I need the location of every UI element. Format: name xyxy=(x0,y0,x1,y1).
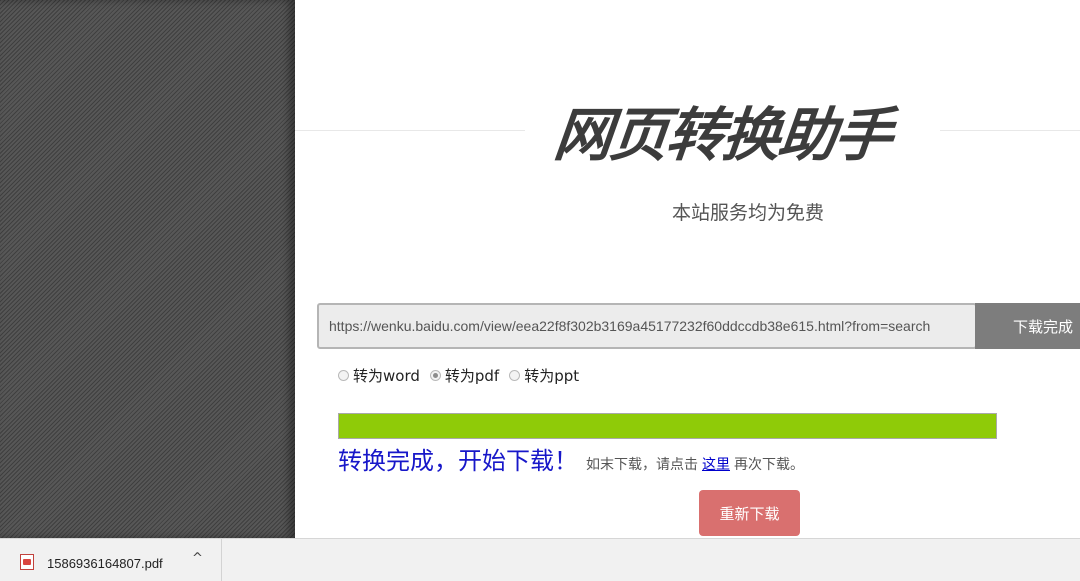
radio-word[interactable] xyxy=(338,369,349,381)
option-pdf[interactable]: 转为pdf xyxy=(429,365,500,386)
title-divider-left xyxy=(295,130,525,131)
status-message: 转换完成，开始下载！ xyxy=(338,447,578,475)
site-subtitle: 本站服务均为免费 xyxy=(671,202,824,224)
option-pdf-label: 转为pdf xyxy=(444,366,500,385)
status-hint-suffix: 再次下载。 xyxy=(734,457,804,473)
format-options: 转为word 转为pdf 转为ppt xyxy=(338,365,589,385)
redownload-link[interactable]: 这里 xyxy=(702,454,730,474)
left-background-panel xyxy=(0,0,295,538)
download-filename: 1586936164807.pdf xyxy=(47,556,163,571)
progress-fill xyxy=(339,414,996,438)
option-ppt-label: 转为ppt xyxy=(524,366,580,385)
conversion-progress-bar xyxy=(338,413,997,439)
browser-download-bar: 1586936164807.pdf ^ xyxy=(0,538,1080,581)
site-title: 网页转换助手 xyxy=(550,101,895,169)
download-complete-button[interactable]: 下载完成 xyxy=(975,303,1080,349)
status-row: 转换完成，开始下载！ 如末下载，请点击 这里 再次下载。 xyxy=(338,441,804,476)
title-divider-right xyxy=(940,130,1080,131)
main-content: 网页转换助手 本站服务均为免费 下载完成 转为word 转为pdf 转为ppt … xyxy=(295,0,1080,538)
status-hint-prefix: 如末下载，请点击 xyxy=(586,457,698,473)
option-ppt[interactable]: 转为ppt xyxy=(509,365,579,386)
redownload-button[interactable]: 重新下载 xyxy=(699,490,800,536)
download-item[interactable]: 1586936164807.pdf ^ xyxy=(0,539,222,581)
url-input[interactable] xyxy=(317,303,977,349)
pdf-file-icon xyxy=(20,554,34,570)
chevron-up-icon[interactable]: ^ xyxy=(192,551,203,566)
option-word-label: 转为word xyxy=(353,366,420,385)
radio-pdf[interactable] xyxy=(429,369,441,381)
radio-ppt[interactable] xyxy=(509,369,521,381)
option-word[interactable]: 转为word xyxy=(338,365,420,386)
